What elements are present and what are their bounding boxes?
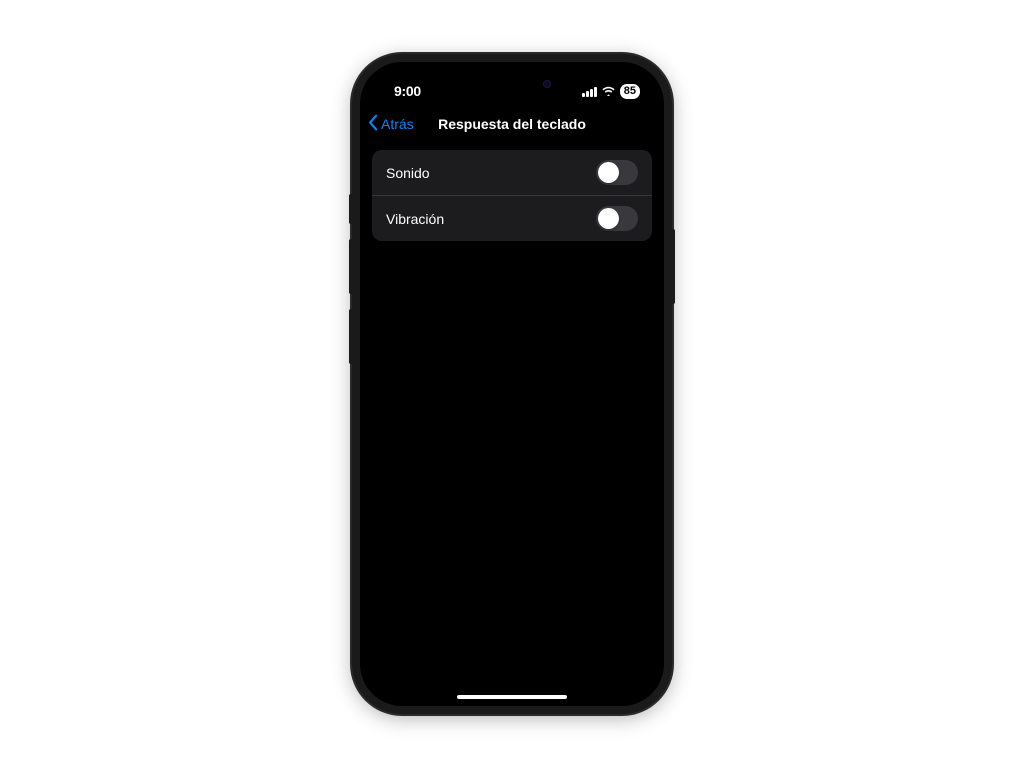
power-button bbox=[672, 229, 675, 304]
status-time: 9:00 bbox=[394, 83, 421, 99]
toggle-sound[interactable] bbox=[596, 160, 638, 185]
settings-group: Sonido Vibración bbox=[372, 150, 652, 241]
screen: 9:00 85 Atrás Respu bbox=[360, 62, 664, 706]
toggle-vibration[interactable] bbox=[596, 206, 638, 231]
phone-frame: 9:00 85 Atrás Respu bbox=[352, 54, 672, 714]
settings-label: Sonido bbox=[386, 165, 430, 181]
status-right: 85 bbox=[582, 83, 640, 99]
nav-bar: Atrás Respuesta del teclado bbox=[360, 106, 664, 142]
cellular-signal-icon bbox=[582, 86, 597, 97]
home-indicator[interactable] bbox=[457, 695, 567, 699]
back-button[interactable]: Atrás bbox=[368, 114, 414, 134]
settings-label: Vibración bbox=[386, 211, 444, 227]
volume-down-button bbox=[349, 309, 352, 364]
chevron-left-icon bbox=[368, 114, 379, 134]
battery-indicator: 85 bbox=[620, 84, 640, 99]
back-label: Atrás bbox=[381, 116, 414, 132]
volume-up-button bbox=[349, 239, 352, 294]
mute-switch bbox=[349, 194, 352, 224]
side-buttons-left bbox=[349, 194, 352, 379]
settings-row-sound: Sonido bbox=[372, 150, 652, 195]
toggle-knob bbox=[598, 162, 619, 183]
settings-row-vibration: Vibración bbox=[372, 195, 652, 241]
dynamic-island bbox=[467, 72, 557, 96]
wifi-icon bbox=[601, 83, 616, 99]
toggle-knob bbox=[598, 208, 619, 229]
page-title: Respuesta del teclado bbox=[438, 116, 586, 132]
front-camera-icon bbox=[543, 80, 551, 88]
